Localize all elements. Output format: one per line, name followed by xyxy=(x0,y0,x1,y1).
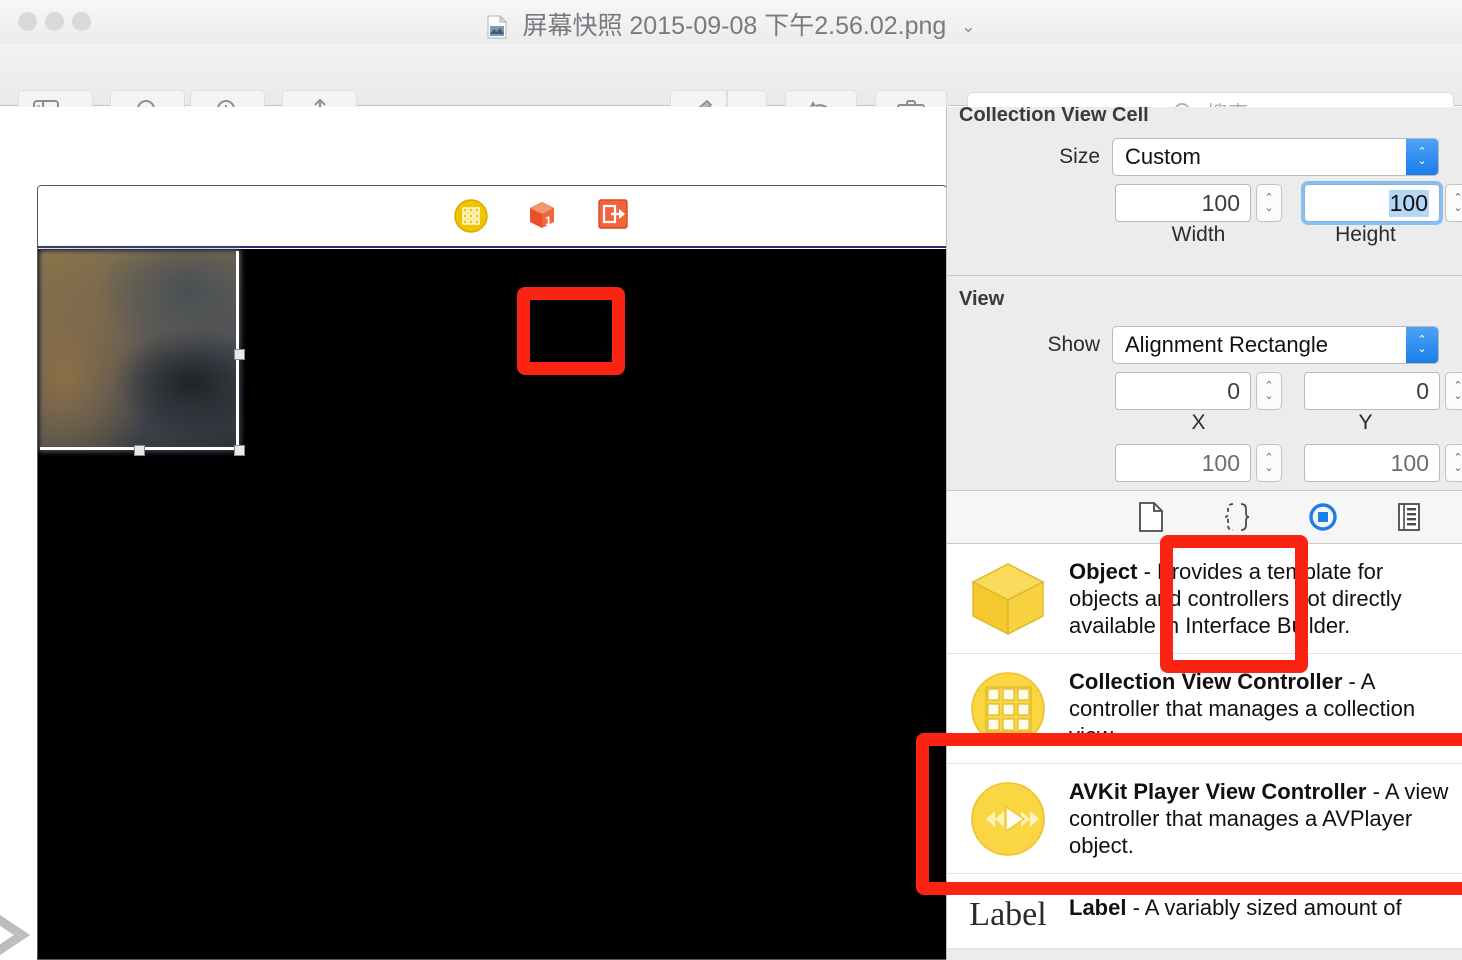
first-responder-cube-icon[interactable]: 1 xyxy=(525,198,561,234)
chevron-right-icon[interactable] xyxy=(0,907,40,960)
y-label: Y xyxy=(1358,411,1373,434)
height-input[interactable]: 100 xyxy=(1301,181,1443,225)
chevron-down-icon[interactable]: ⌄ xyxy=(961,17,975,37)
show-label: Show xyxy=(1047,333,1100,356)
size-popup-value: Custom xyxy=(1125,144,1201,169)
y-value: 0 xyxy=(1416,377,1429,404)
preview-page: 1 xyxy=(0,107,946,960)
label-icon: Label xyxy=(969,896,1047,933)
svg-text:1: 1 xyxy=(545,214,552,228)
x-field-group: 0 ⌃ ⌄ xyxy=(1115,372,1282,410)
file-template-library-icon[interactable] xyxy=(1134,500,1168,534)
height-value: 100 xyxy=(1388,189,1429,217)
show-popup-button[interactable]: Alignment Rectangle ⌃ ⌄ xyxy=(1112,326,1439,364)
code-snippet-library-icon[interactable] xyxy=(1220,500,1254,534)
list-item-title: Object xyxy=(1069,559,1138,584)
scene-dock: 1 xyxy=(38,186,946,248)
view-xy-fields-row: 0 ⌃ ⌄ 0 ⌃ ⌄ xyxy=(947,369,1462,410)
width-field-group: 100 ⌃ ⌄ xyxy=(1115,184,1282,222)
media-library-icon[interactable] xyxy=(1392,500,1426,534)
collection-view-controller-icon[interactable] xyxy=(453,198,489,234)
section-title-collection-view-cell: Collection View Cell xyxy=(959,107,1149,126)
titlebar: 屏幕快照 2015-09-08 下午2.56.02.png ⌄ xyxy=(0,0,1462,44)
width-label: Width xyxy=(1171,223,1226,246)
y-input[interactable]: 0 xyxy=(1304,372,1440,410)
toolbar: ⌄ xyxy=(0,44,1462,134)
size-popup-button[interactable]: Custom ⌃ ⌄ xyxy=(1112,138,1439,176)
list-item-text: Label - A variably sized amount of xyxy=(1069,894,1402,934)
cell-size-sublabels: Width Height xyxy=(947,222,1462,253)
image-file-icon xyxy=(487,14,507,39)
size-row: Size Custom ⌃ ⌄ xyxy=(947,133,1462,181)
view-height-value: 100 xyxy=(1390,449,1429,476)
view-w-field-group: 100 ⌃ ⌄ xyxy=(1115,444,1282,482)
resize-handle-corner[interactable] xyxy=(234,445,245,456)
preview-window: 屏幕快照 2015-09-08 下午2.56.02.png ⌄ ⌄ xyxy=(0,0,1462,960)
width-input[interactable]: 100 xyxy=(1115,184,1251,222)
show-popup-value: Alignment Rectangle xyxy=(1125,332,1329,357)
height-stepper[interactable]: ⌃ ⌄ xyxy=(1445,184,1462,222)
view-width-value: 100 xyxy=(1201,449,1240,476)
resize-handle-right[interactable] xyxy=(234,349,245,360)
content-area: 1 Collection View Cell Size Custom ⌃ ⌄ 1… xyxy=(0,107,1462,960)
list-item-desc: - A variably sized amount of xyxy=(1126,895,1402,920)
height-field-group: 100 ⌃ ⌄ xyxy=(1301,181,1462,225)
storyboard-scene-panel: 1 xyxy=(37,185,946,960)
y-field-group: 0 ⌃ ⌄ xyxy=(1304,372,1462,410)
x-stepper[interactable]: ⌃ ⌄ xyxy=(1256,372,1282,410)
document-title-bar: 屏幕快照 2015-09-08 下午2.56.02.png ⌄ xyxy=(0,6,1462,42)
view-height-input[interactable]: 100 xyxy=(1304,444,1440,482)
document-title: 屏幕快照 2015-09-08 下午2.56.02.png xyxy=(522,12,947,40)
view-wh-fields-row: 100 ⌃ ⌄ 100 ⌃ ⌄ xyxy=(947,441,1462,490)
y-stepper[interactable]: ⌃ ⌄ xyxy=(1445,372,1462,410)
annotation-box-collection-view-controller-item xyxy=(916,733,1462,895)
annotation-box-scene-dock-icon xyxy=(517,287,625,375)
size-label: Size xyxy=(1059,145,1100,168)
view-xy-sublabels: X Y xyxy=(947,410,1462,441)
x-value: 0 xyxy=(1227,377,1240,404)
width-stepper[interactable]: ⌃ ⌄ xyxy=(1256,184,1282,222)
show-row: Show Alignment Rectangle ⌃ ⌄ xyxy=(947,321,1462,369)
x-label: X xyxy=(1191,411,1206,434)
view-height-stepper[interactable]: ⌃ ⌄ xyxy=(1445,444,1462,482)
annotation-box-view-size-fields xyxy=(1160,535,1308,673)
view-width-stepper[interactable]: ⌃ ⌄ xyxy=(1256,444,1282,482)
cell-size-fields-row: 100 ⌃ ⌄ 100 ⌃ ⌄ xyxy=(947,181,1462,225)
popup-arrows-icon[interactable]: ⌃ ⌄ xyxy=(1406,327,1438,363)
list-item-title: Label xyxy=(1069,895,1127,920)
object-cube-icon xyxy=(961,558,1055,639)
popup-arrows-icon[interactable]: ⌃ ⌄ xyxy=(1406,139,1438,175)
storyboard-canvas[interactable] xyxy=(38,249,946,959)
view-width-input[interactable]: 100 xyxy=(1115,444,1251,482)
resize-handle-bottom[interactable] xyxy=(134,445,145,456)
x-input[interactable]: 0 xyxy=(1115,372,1251,410)
selection-outline xyxy=(40,251,239,450)
height-label: Height xyxy=(1335,223,1396,246)
width-value: 100 xyxy=(1201,189,1240,216)
section-title-view: View xyxy=(959,288,1005,310)
exit-segue-icon[interactable] xyxy=(597,198,633,234)
object-library-icon[interactable] xyxy=(1306,500,1340,534)
view-h-field-group: 100 ⌃ ⌄ xyxy=(1304,444,1462,482)
